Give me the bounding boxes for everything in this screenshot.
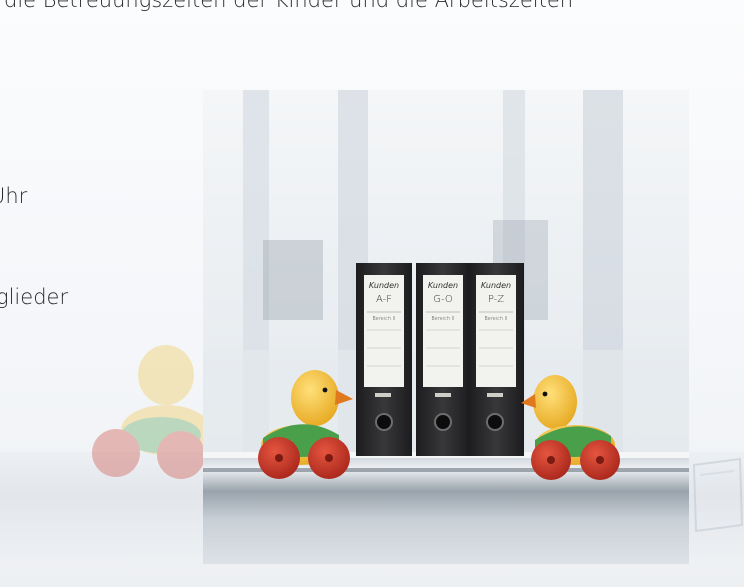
binder-1-sub: Bereich II [372,316,395,322]
background-glass-bottle [692,457,744,533]
binder-2-sub: Bereich II [431,316,454,322]
text-uhr: Uhr [0,184,28,208]
office-photo: Kunden A-F Bereich II Kunden G-O Bereich… [203,90,689,564]
binder-p-z [468,263,524,456]
binder-2-title: Kunden [428,281,458,290]
intro-text: d die Betreuungszeiten der Kinder und di… [0,0,574,12]
binder-3-range: P-Z [488,294,504,305]
binder-3-sub: Bereich II [484,316,507,322]
binder-1-title: Kunden [369,281,399,290]
binder-a-f [356,263,412,456]
binder-1-range: A-F [376,294,392,305]
binder-3-title: Kunden [481,281,511,290]
text-glieder: glieder [0,285,69,309]
binder-2-range: G-O [433,294,453,305]
binder-g-o [416,263,470,456]
